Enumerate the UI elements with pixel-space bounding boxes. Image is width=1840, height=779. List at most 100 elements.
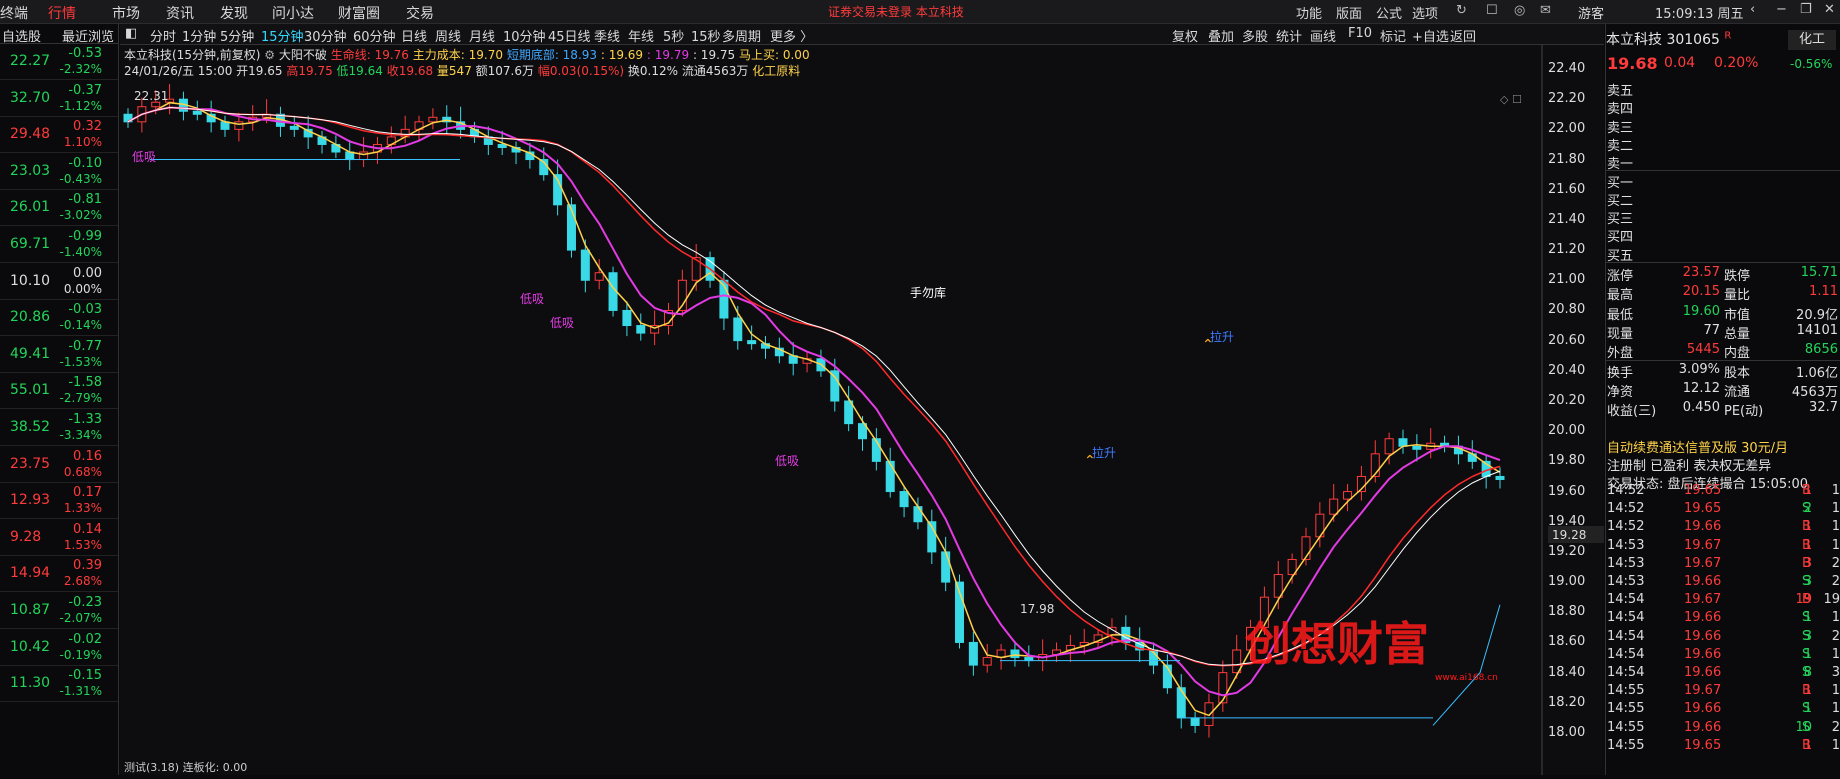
kline-chart-area[interactable]: 22.31 17.98 手勿库 低吸 低吸 低吸 低吸 拉升 拉升 ⌃ ⌃ 19.28 创想财富 www.… (120, 45, 1604, 775)
chart-tool-6[interactable]: 标记 (1380, 26, 1406, 45)
settings-icon[interactable]: ⚙ (264, 48, 275, 62)
period-10[interactable]: 45日线 (548, 26, 591, 45)
login-notice[interactable]: 证券交易未登录 本立科技 (828, 3, 964, 20)
tab-recent[interactable]: 最近浏览 (62, 26, 114, 45)
candle-body (1343, 491, 1353, 500)
back-icon[interactable]: ‹ (1750, 2, 1755, 17)
chart-tool-1[interactable]: 叠加 (1208, 26, 1234, 45)
watchlist-row[interactable]: 10.10 0.00 0.00% (0, 264, 118, 300)
watch-change: -0.99 (68, 229, 102, 244)
chart-tool-8[interactable]: 返回 (1450, 26, 1476, 45)
nav-news[interactable]: 资讯 (166, 3, 194, 23)
watchlist-row[interactable]: 20.86 -0.03 -0.14% (0, 300, 118, 337)
menu-formula[interactable]: 公式 (1376, 3, 1402, 22)
tick-row: 14:54 19.67 19 B 19 (1606, 592, 1840, 610)
tick-count: 1 (1831, 701, 1840, 717)
period-12[interactable]: 年线 (628, 26, 654, 45)
period-15[interactable]: 多周期 (722, 26, 761, 45)
headset-icon[interactable]: ◎ (1514, 3, 1525, 18)
watchlist-row[interactable]: 26.01 -0.81 -3.02% (0, 190, 118, 227)
promo-text[interactable]: 自动续费通达信普及版 30元/月 (1607, 437, 1788, 456)
watchlist-row[interactable]: 9.28 0.14 1.53% (0, 520, 118, 556)
period-7[interactable]: 周线 (435, 26, 461, 45)
nav-trade[interactable]: 交易 (406, 3, 434, 23)
chart-tool-2[interactable]: 多股 (1242, 26, 1268, 45)
period-11[interactable]: 季线 (594, 26, 620, 45)
mail-icon[interactable]: ✉ (1540, 3, 1551, 18)
period-8[interactable]: 月线 (469, 26, 495, 45)
book-level: 买四 (1607, 230, 1634, 246)
period-1[interactable]: 1分钟 (182, 26, 216, 45)
nav-caifuquan[interactable]: 财富圈 (338, 3, 380, 23)
period-16[interactable]: 更多 〉 (770, 26, 813, 45)
guest-label[interactable]: 游客 (1578, 3, 1604, 22)
watchlist-row[interactable]: 29.48 0.32 1.10% (0, 117, 118, 154)
period-6[interactable]: 日线 (401, 26, 427, 45)
chart-toggle-icon[interactable]: ◧ (125, 26, 137, 41)
period-4[interactable]: 30分钟 (304, 26, 347, 45)
period-5[interactable]: 60分钟 (353, 26, 396, 45)
tick-count: 1 (1831, 537, 1840, 553)
watch-price: 10.42 (10, 638, 51, 655)
bar-volume: 量547 (436, 64, 472, 78)
close-icon[interactable]: ✕ (1824, 2, 1835, 17)
watchlist-row[interactable]: 38.52 -1.33 -3.34% (0, 410, 118, 446)
chart-tool-5[interactable]: F10 (1348, 26, 1372, 41)
watchlist-row[interactable]: 49.41 -0.77 -1.53% (0, 337, 118, 373)
nav-market[interactable]: 行情 (48, 3, 76, 23)
low-marker: 17.98 (1020, 602, 1054, 616)
watch-change: -0.53 (68, 46, 102, 61)
menu-function[interactable]: 功能 (1296, 3, 1322, 22)
period-13[interactable]: 5秒 (663, 26, 684, 45)
refresh-icon[interactable]: ↻ (1456, 3, 1467, 18)
watchlist-row[interactable]: 12.93 0.17 1.33% (0, 483, 118, 520)
chart-tool-4[interactable]: 画线 (1310, 26, 1336, 45)
watchlist-row[interactable]: 23.75 0.16 0.68% (0, 447, 118, 483)
watch-price: 14.94 (10, 565, 51, 582)
nav-shichang[interactable]: 市场 (112, 3, 140, 23)
minimize-icon[interactable]: − (1776, 2, 1787, 17)
candle-body (192, 110, 202, 115)
watchlist-row[interactable]: 23.03 -0.10 -0.43% (0, 154, 118, 190)
watchlist-row[interactable]: 32.70 -0.37 -1.12% (0, 81, 118, 117)
maximize-icon[interactable]: ❐ (1800, 2, 1812, 17)
period-3[interactable]: 15分钟 (261, 26, 304, 45)
sector-button[interactable]: 化工 (1788, 30, 1836, 50)
tick-price: 19.66 (1684, 701, 1722, 717)
period-9[interactable]: 10分钟 (503, 26, 546, 45)
candle-body (580, 249, 590, 281)
watchlist-row[interactable]: 55.01 -1.58 -2.79% (0, 373, 118, 410)
nav-wenxiaoda[interactable]: 问小达 (272, 3, 314, 23)
chart-tool-0[interactable]: 复权 (1172, 26, 1198, 45)
chart-expand-icon[interactable]: ◇ ☐ (1500, 93, 1522, 106)
message-icon[interactable]: ☐ (1486, 3, 1498, 18)
period-2[interactable]: 5分钟 (220, 26, 254, 45)
chart-tool-7[interactable]: +自选 (1412, 26, 1449, 45)
menu-options[interactable]: 选项 (1412, 3, 1438, 22)
watch-change: -0.77 (68, 338, 102, 354)
watchlist-row[interactable]: 11.30 -0.15 -1.31% (0, 666, 118, 703)
candle-body (1412, 445, 1422, 450)
watch-price: 20.86 (10, 309, 51, 326)
watchlist-row[interactable]: 10.87 -0.23 -2.07% (0, 593, 118, 629)
watchlist-row[interactable]: 69.71 -0.99 -1.40% (0, 227, 118, 263)
watchlist-row[interactable]: 14.94 0.39 2.68% (0, 556, 118, 593)
menu-layout[interactable]: 版面 (1336, 3, 1362, 22)
tick-time: 14:54 (1607, 646, 1645, 662)
tick-price: 19.67 (1684, 555, 1722, 571)
watchlist-row[interactable]: 22.27 -0.53 -2.32% (0, 44, 118, 80)
watchlist-row[interactable]: 10.42 -0.02 -0.19% (0, 630, 118, 666)
watch-percent: -2.07% (59, 611, 102, 625)
period-0[interactable]: 分时 (150, 26, 176, 45)
tab-watchlist[interactable]: 自选股 (2, 26, 41, 45)
watch-price: 69.71 (10, 236, 51, 252)
candle-body (913, 506, 923, 523)
period-14[interactable]: 15秒 (691, 26, 721, 45)
nav-discover[interactable]: 发现 (220, 3, 248, 23)
stat-label: 跌停 (1724, 269, 1751, 284)
nav-terminal[interactable]: 终端 (0, 3, 28, 23)
tick-time: 14:54 (1607, 592, 1645, 608)
kline-chart[interactable]: 22.3117.98手勿库低吸低吸低吸低吸拉升拉升⌃⌃19.28创想财富www.… (120, 45, 1604, 775)
chart-tool-3[interactable]: 统计 (1276, 26, 1302, 45)
stat-label: 流通 (1724, 384, 1751, 400)
